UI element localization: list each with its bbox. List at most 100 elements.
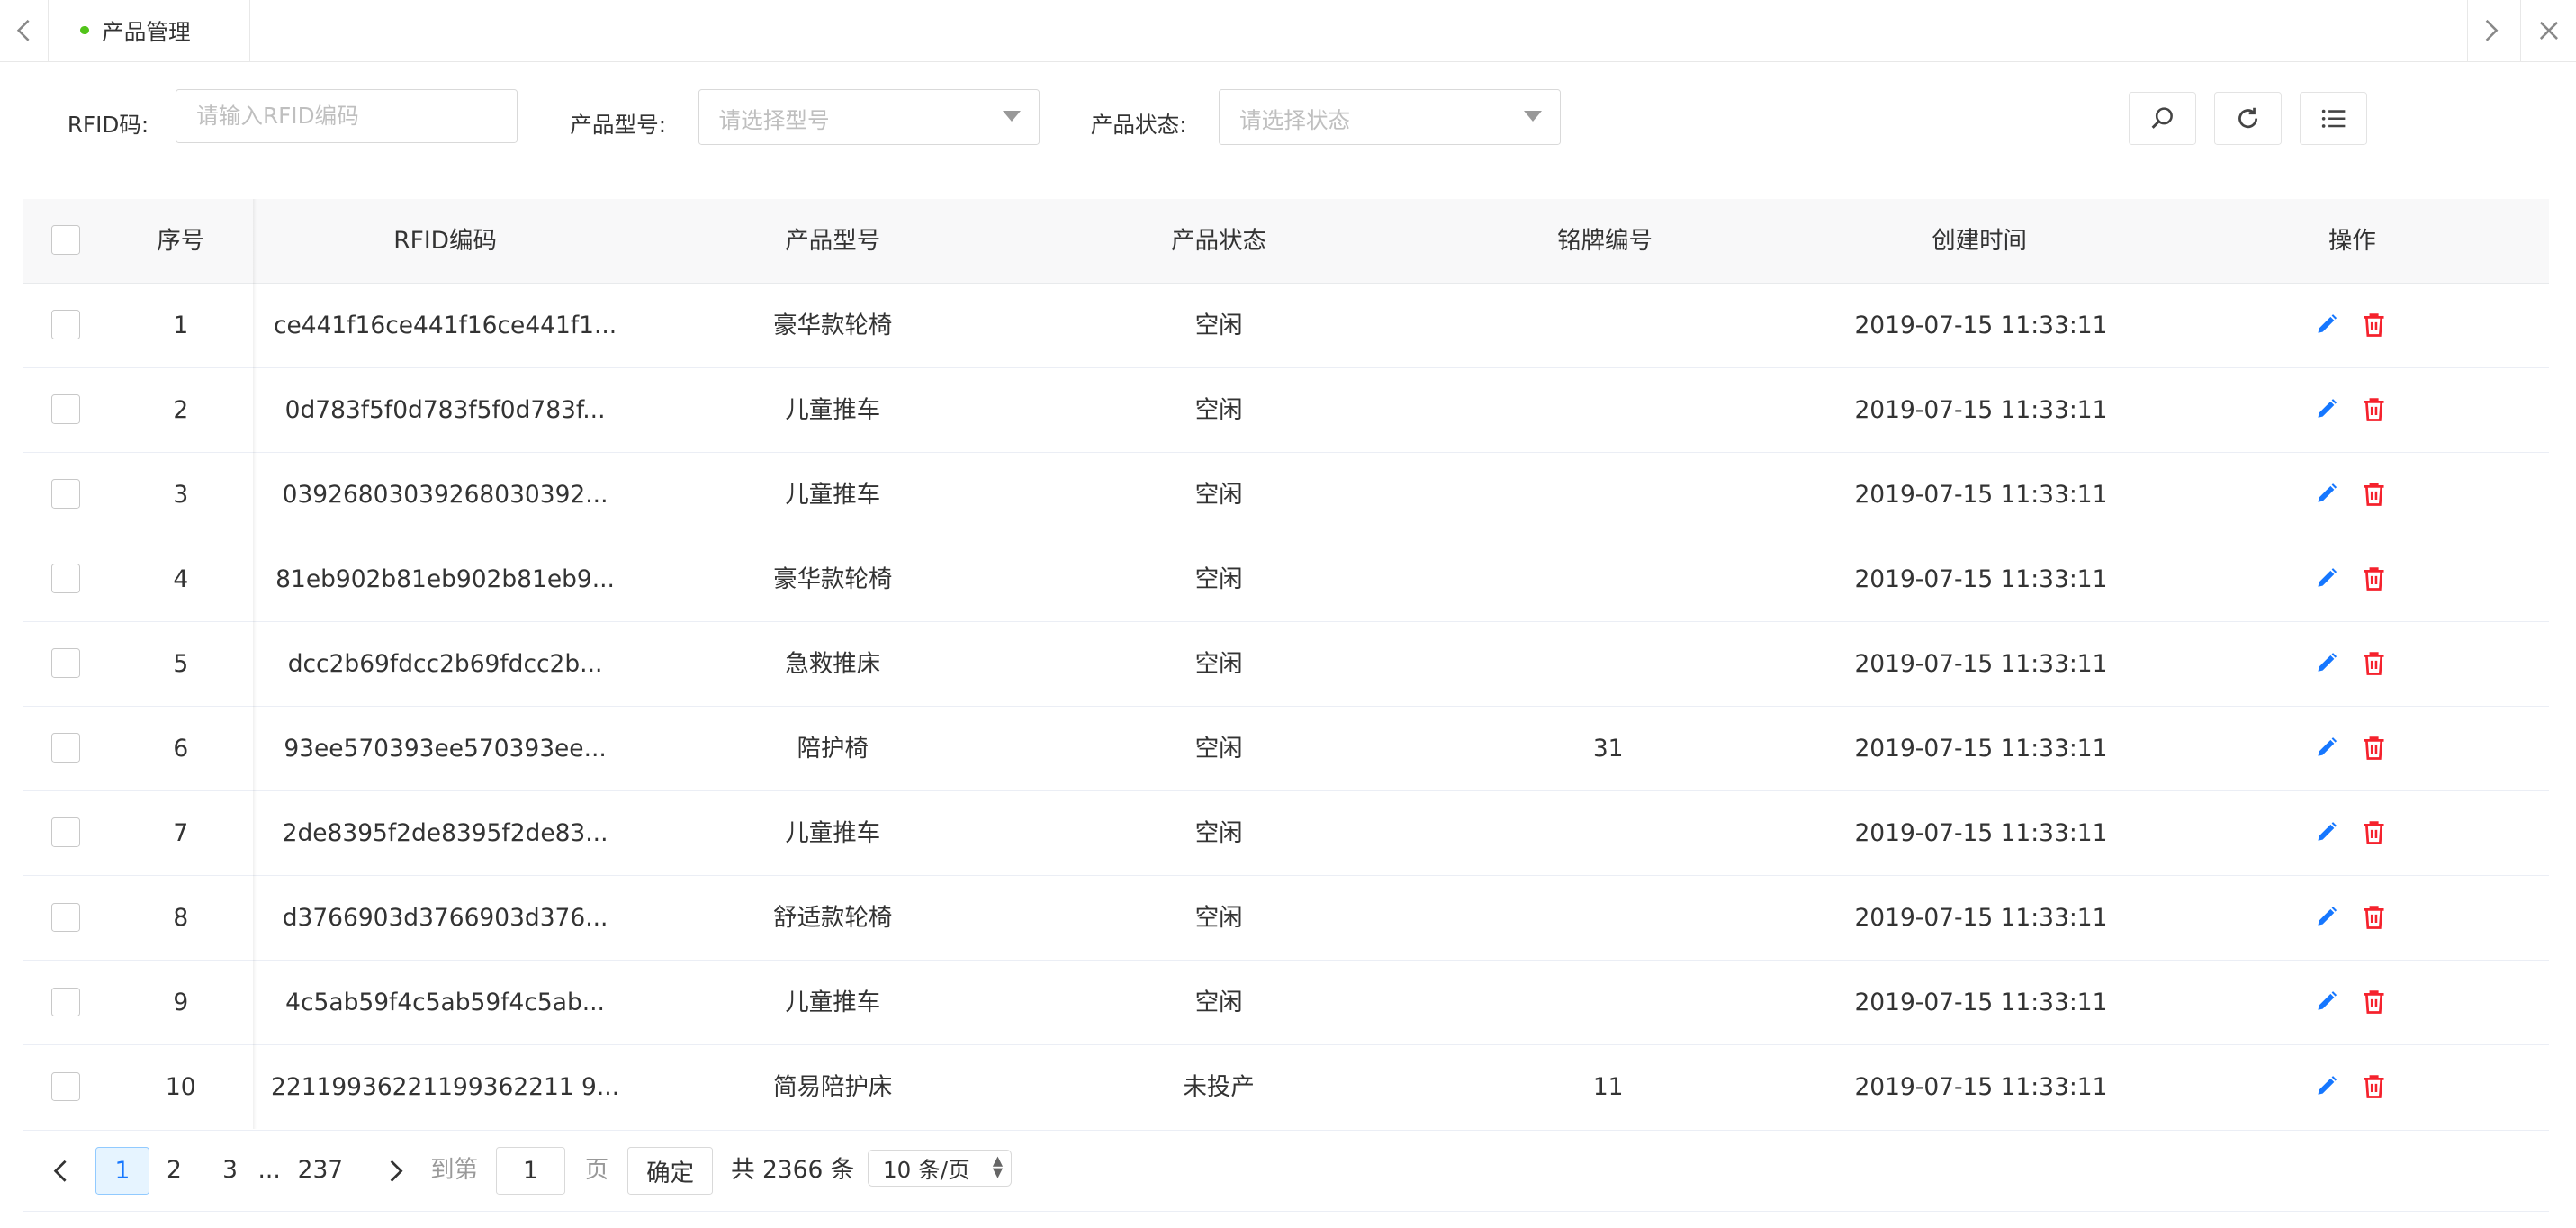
page-button-1[interactable]: 1 [95,1146,150,1195]
cell-created: 2019-07-15 11:33:11 [1854,565,2108,594]
trash-icon [2364,313,2384,337]
status-select-placeholder: 请选择状态 [1239,107,1351,134]
product-table: 序号 RFID编码 产品型号 产品状态 铭牌编号 创建时间 操作 1 ce441f… [23,198,2550,1131]
cell-nameplate [1444,453,1772,537]
edit-button[interactable] [2313,1073,2339,1099]
column-settings-button[interactable] [2300,92,2367,145]
delete-button[interactable] [2361,819,2387,845]
pagination: 1 2 3 ... 237 到第 页 确定 共 2366 条 10 条/页 ▲▼ [23,1131,2550,1213]
table-row: 3 03926803039268030392... 儿童推车 空闲 2019-07-15… [23,453,2550,538]
row-actions [2306,707,2405,790]
edit-button[interactable] [2313,312,2339,338]
goto-confirm-button[interactable]: 确定 [627,1146,714,1195]
status-select[interactable]: 请选择状态 [1219,88,1561,145]
cell-model: 儿童推车 [785,819,881,848]
status-label: 产品状态: [1090,111,1187,138]
column-header-created: 创建时间 [1932,226,2028,255]
next-page-button[interactable] [378,1147,414,1195]
edit-button[interactable] [2313,819,2339,845]
cell-status: 未投产 [1183,1073,1255,1102]
row-checkbox[interactable] [50,479,81,510]
cell-status: 空闲 [1194,650,1243,679]
page-button-last[interactable]: 237 [294,1147,347,1195]
active-dot-icon [80,26,89,35]
page-suffix: 页 [584,1155,609,1184]
cell-index: 6 [173,735,189,763]
edit-button[interactable] [2313,565,2339,591]
cell-nameplate [1444,622,1772,706]
edit-pencil-icon [2318,399,2337,418]
select-all-checkbox[interactable] [50,225,81,255]
row-checkbox[interactable] [50,648,81,679]
edit-button[interactable] [2313,396,2339,422]
cell-created: 2019-07-15 11:33:11 [1854,395,2108,424]
delete-button[interactable] [2361,312,2387,338]
delete-button[interactable] [2361,650,2387,676]
delete-button[interactable] [2361,989,2387,1015]
edit-button[interactable] [2313,904,2339,930]
trash-icon [2364,398,2384,421]
cell-status: 空闲 [1194,989,1243,1017]
cell-status: 空闲 [1194,735,1243,763]
row-checkbox[interactable] [50,987,81,1017]
goto-page-input[interactable] [496,1146,565,1195]
edit-pencil-icon [2318,1076,2337,1096]
cell-model: 急救推床 [785,650,881,679]
page-size-select[interactable]: 10 条/页 ▲ ▼ [867,1150,1013,1187]
delete-button[interactable] [2361,565,2387,591]
cell-rfid: d3766903d3766903d376... [282,904,608,933]
row-checkbox[interactable] [50,733,81,763]
cell-index: 4 [173,565,189,594]
tab-scroll-right-button[interactable] [2467,0,2516,61]
caret-down-icon [1523,111,1542,122]
close-tabs-button[interactable] [2519,0,2576,61]
rfid-input[interactable] [176,88,518,143]
edit-button[interactable] [2313,481,2339,507]
page-button-3[interactable]: 3 [213,1147,247,1195]
model-select[interactable]: 请选择型号 [698,88,1040,145]
row-checkbox[interactable] [50,902,81,933]
page-button-2[interactable]: 2 [158,1147,191,1195]
cell-rfid: 4c5ab59f4c5ab59f4c5ab... [285,989,605,1017]
delete-button[interactable] [2361,735,2387,761]
delete-button[interactable] [2361,481,2387,507]
cell-created: 2019-07-15 11:33:11 [1854,311,2108,339]
screen: 产品管理 RFID码: 产品型号: 请选择型号 产品状态: 请选择状态 序号 R… [0,0,2576,1227]
cell-rfid: 93ee570393ee570393ee... [284,735,607,763]
cell-created: 2019-07-15 11:33:11 [1854,819,2108,848]
tab-product-management[interactable]: 产品管理 [50,0,251,61]
cell-model: 儿童推车 [785,395,881,424]
column-header-rfid: RFID编码 [393,226,497,255]
trash-icon [2364,821,2384,845]
delete-button[interactable] [2361,1073,2387,1099]
cell-nameplate [1444,791,1772,875]
table-row: 7 2de8395f2de8395f2de83... 儿童推车 空闲 2019-07-1… [23,791,2550,877]
chevron-left-icon [17,19,30,41]
table-header: 序号 RFID编码 产品型号 产品状态 铭牌编号 创建时间 操作 [23,198,2550,284]
edit-button[interactable] [2313,989,2339,1015]
tab-label: 产品管理 [102,18,191,45]
refresh-button[interactable] [2214,92,2282,145]
row-checkbox[interactable] [50,310,81,339]
column-header-index: 序号 [157,226,205,255]
edit-button[interactable] [2313,735,2339,761]
cell-status: 空闲 [1194,904,1243,933]
cell-nameplate [1444,876,1772,960]
edit-pencil-icon [2318,737,2337,756]
cell-created: 2019-07-15 11:33:11 [1854,650,2108,679]
edit-button[interactable] [2313,650,2339,676]
row-checkbox[interactable] [50,564,81,594]
delete-button[interactable] [2361,396,2387,422]
cell-status: 空闲 [1194,565,1243,594]
row-checkbox[interactable] [50,394,81,424]
prev-page-button[interactable] [42,1147,78,1195]
row-checkbox[interactable] [50,1071,81,1102]
row-checkbox[interactable] [50,817,81,848]
search-button[interactable] [2129,92,2196,145]
delete-button[interactable] [2361,904,2387,930]
cell-model: 陪护椅 [797,735,869,763]
trash-icon [2364,567,2384,591]
tab-scroll-left-button[interactable] [0,0,49,61]
close-icon [2539,21,2558,40]
table-row: 9 4c5ab59f4c5ab59f4c5ab... 儿童推车 空闲 2019-07-1… [23,961,2550,1046]
